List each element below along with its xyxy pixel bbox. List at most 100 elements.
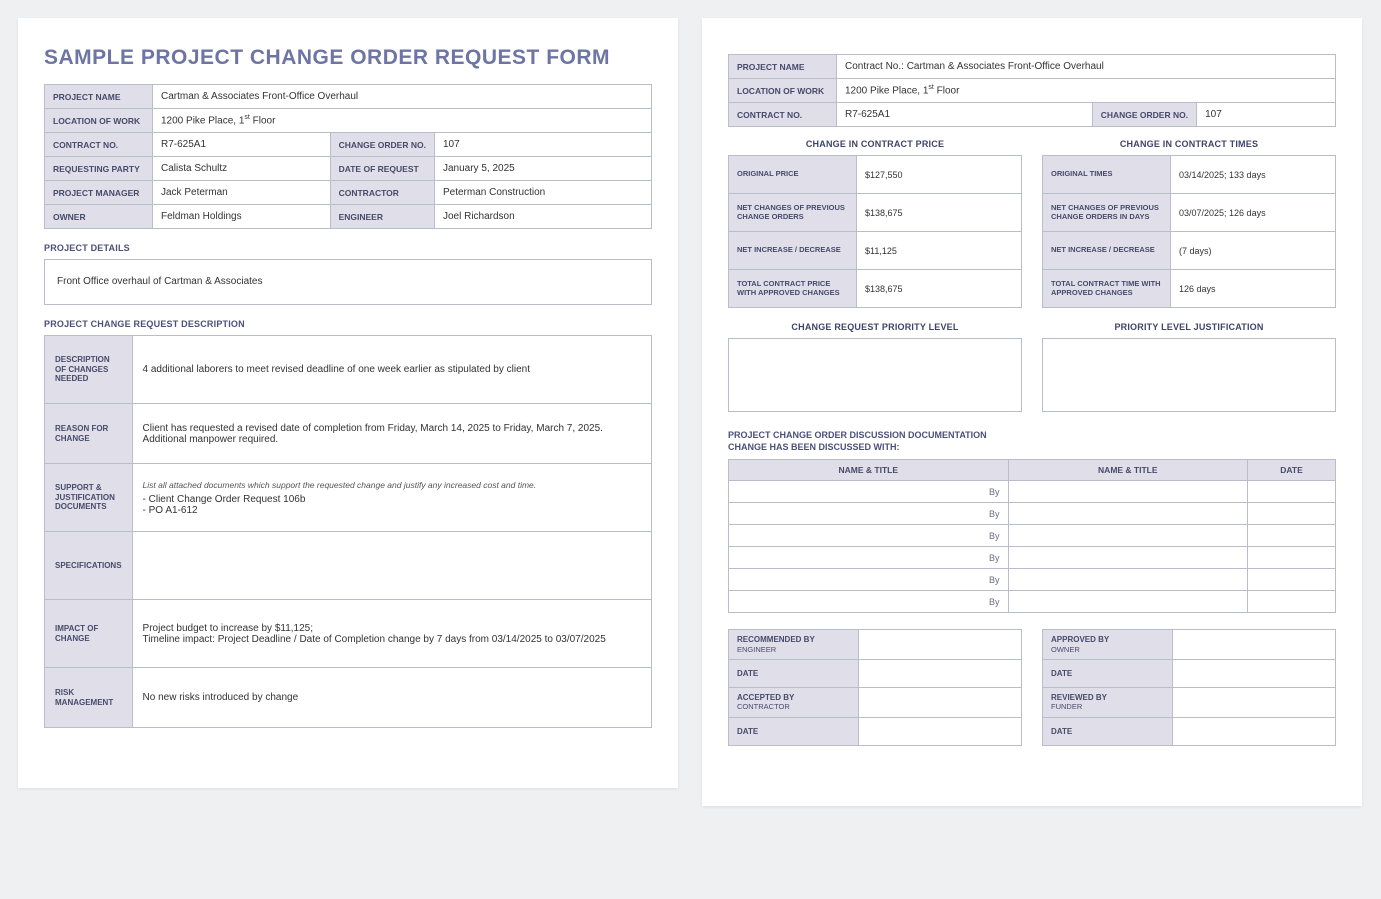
val-total-times[interactable]: 126 days — [1171, 270, 1336, 308]
val-contractor[interactable]: Peterman Construction — [434, 181, 651, 205]
discuss-col-name1: NAME & TITLE — [729, 460, 1009, 481]
lbl-contract-no: CONTRACT NO. — [45, 133, 153, 157]
val-approved[interactable] — [1173, 630, 1336, 660]
lbl-rev-date: DATE — [1043, 718, 1173, 746]
header-table-2: PROJECT NAME Contract No.: Cartman & Ass… — [728, 54, 1336, 127]
discuss-table: NAME & TITLE NAME & TITLE DATE By By By … — [728, 459, 1336, 613]
page-1: SAMPLE PROJECT CHANGE ORDER REQUEST FORM… — [18, 18, 678, 788]
lbl-app-date: DATE — [1043, 660, 1173, 688]
val-owner[interactable]: Feldman Holdings — [153, 205, 331, 229]
lbl-owner: OWNER — [45, 205, 153, 229]
lbl-location-2: LOCATION OF WORK — [729, 79, 837, 103]
lbl-impact: IMPACT OF CHANGE — [45, 600, 133, 668]
discuss-col-name2: NAME & TITLE — [1008, 460, 1248, 481]
val-contract-no-2[interactable]: R7-625A1 — [837, 103, 1093, 127]
val-change-order-no[interactable]: 107 — [434, 133, 651, 157]
lbl-date-of-request: DATE OF REQUEST — [330, 157, 434, 181]
val-date-of-request[interactable]: January 5, 2025 — [434, 157, 651, 181]
project-details-box[interactable]: Front Office overhaul of Cartman & Assoc… — [44, 259, 652, 305]
sign-left: RECOMMENDED BYENGINEER DATE ACCEPTED BYC… — [728, 629, 1022, 746]
lbl-change-order-no-2: CHANGE ORDER NO. — [1092, 103, 1196, 127]
lbl-contract-no-2: CONTRACT NO. — [729, 103, 837, 127]
val-project-manager[interactable]: Jack Peterman — [153, 181, 331, 205]
lbl-project-manager: PROJECT MANAGER — [45, 181, 153, 205]
priority-level-box[interactable] — [728, 338, 1022, 412]
val-descr[interactable]: 4 additional laborers to meet revised de… — [132, 336, 651, 404]
val-requesting-party[interactable]: Calista Schultz — [153, 157, 331, 181]
change-desc-heading: PROJECT CHANGE REQUEST DESCRIPTION — [44, 319, 652, 329]
lbl-descr: DESCRIPTION OF CHANGES NEEDED — [45, 336, 133, 404]
val-project-name-2[interactable]: Contract No.: Cartman & Associates Front… — [837, 55, 1336, 79]
header-table: PROJECT NAME Cartman & Associates Front-… — [44, 84, 652, 229]
price-heading: CHANGE IN CONTRACT PRICE — [728, 139, 1022, 149]
val-risk[interactable]: No new risks introduced by change — [132, 668, 651, 728]
priority-just-heading: PRIORITY LEVEL JUSTIFICATION — [1042, 322, 1336, 332]
val-rec-date[interactable] — [859, 660, 1022, 688]
val-netincdec-price[interactable]: $11,125 — [857, 232, 1022, 270]
lbl-engineer: ENGINEER — [330, 205, 434, 229]
table-row: By — [729, 503, 1336, 525]
val-engineer[interactable]: Joel Richardson — [434, 205, 651, 229]
signatures: RECOMMENDED BYENGINEER DATE ACCEPTED BYC… — [728, 629, 1336, 746]
price-table: ORIGINAL PRICE$127,550 NET CHANGES OF PR… — [728, 155, 1022, 308]
lbl-rec-date: DATE — [729, 660, 859, 688]
lbl-reviewed: REVIEWED BYFUNDER — [1043, 688, 1173, 718]
table-row: By — [729, 481, 1336, 503]
val-recommended[interactable] — [859, 630, 1022, 660]
val-netprev-times[interactable]: 03/07/2025; 126 days — [1171, 194, 1336, 232]
val-spec[interactable] — [132, 532, 651, 600]
val-support[interactable]: List all attached documents which suppor… — [132, 464, 651, 532]
times-table: ORIGINAL TIMES03/14/2025; 133 days NET C… — [1042, 155, 1336, 308]
val-netincdec-times[interactable]: (7 days) — [1171, 232, 1336, 270]
lbl-total-price: TOTAL CONTRACT PRICE WITH APPROVED CHANG… — [729, 270, 857, 308]
lbl-orig-price: ORIGINAL PRICE — [729, 156, 857, 194]
lbl-change-order-no: CHANGE ORDER NO. — [330, 133, 434, 157]
lbl-netincdec-price: NET INCREASE / DECREASE — [729, 232, 857, 270]
val-orig-price[interactable]: $127,550 — [857, 156, 1022, 194]
lbl-project-name-2: PROJECT NAME — [729, 55, 837, 79]
val-accepted[interactable] — [859, 688, 1022, 718]
discuss-heading: PROJECT CHANGE ORDER DISCUSSION DOCUMENT… — [728, 430, 1336, 453]
priority-level-heading: CHANGE REQUEST PRIORITY LEVEL — [728, 322, 1022, 332]
val-reviewed[interactable] — [1173, 688, 1336, 718]
val-acc-date[interactable] — [859, 718, 1022, 746]
val-project-name[interactable]: Cartman & Associates Front-Office Overha… — [153, 85, 652, 109]
lbl-netincdec-times: NET INCREASE / DECREASE — [1043, 232, 1171, 270]
lbl-approved: APPROVED BYOWNER — [1043, 630, 1173, 660]
lbl-netprev-times: NET CHANGES OF PREVIOUS CHANGE ORDERS IN… — [1043, 194, 1171, 232]
val-total-price[interactable]: $138,675 — [857, 270, 1022, 308]
val-netprev-price[interactable]: $138,675 — [857, 194, 1022, 232]
lbl-reason: REASON FOR CHANGE — [45, 404, 133, 464]
val-reason[interactable]: Client has requested a revised date of c… — [132, 404, 651, 464]
lbl-requesting-party: REQUESTING PARTY — [45, 157, 153, 181]
discuss-col-date: DATE — [1248, 460, 1336, 481]
table-row: By — [729, 547, 1336, 569]
table-row: By — [729, 569, 1336, 591]
lbl-netprev-price: NET CHANGES OF PREVIOUS CHANGE ORDERS — [729, 194, 857, 232]
lbl-total-times: TOTAL CONTRACT TIME WITH APPROVED CHANGE… — [1043, 270, 1171, 308]
change-desc-table: DESCRIPTION OF CHANGES NEEDED 4 addition… — [44, 335, 652, 728]
page-2: PROJECT NAME Contract No.: Cartman & Ass… — [702, 18, 1362, 806]
table-row: By — [729, 525, 1336, 547]
lbl-acc-date: DATE — [729, 718, 859, 746]
lbl-spec: SPECIFICATIONS — [45, 532, 133, 600]
lbl-risk: RISK MANAGEMENT — [45, 668, 133, 728]
val-rev-date[interactable] — [1173, 718, 1336, 746]
lbl-support: SUPPORT & JUSTIFICATION DOCUMENTS — [45, 464, 133, 532]
lbl-project-name: PROJECT NAME — [45, 85, 153, 109]
val-contract-no[interactable]: R7-625A1 — [153, 133, 331, 157]
lbl-location: LOCATION OF WORK — [45, 109, 153, 133]
val-location[interactable]: 1200 Pike Place, 1st Floor — [153, 109, 652, 133]
times-heading: CHANGE IN CONTRACT TIMES — [1042, 139, 1336, 149]
val-location-2[interactable]: 1200 Pike Place, 1st Floor — [837, 79, 1336, 103]
price-col: CHANGE IN CONTRACT PRICE ORIGINAL PRICE$… — [728, 139, 1022, 308]
priority-level-col: CHANGE REQUEST PRIORITY LEVEL — [728, 322, 1022, 412]
priority-just-col: PRIORITY LEVEL JUSTIFICATION — [1042, 322, 1336, 412]
val-app-date[interactable] — [1173, 660, 1336, 688]
val-orig-times[interactable]: 03/14/2025; 133 days — [1171, 156, 1336, 194]
priority-just-box[interactable] — [1042, 338, 1336, 412]
form-title: SAMPLE PROJECT CHANGE ORDER REQUEST FORM — [44, 46, 652, 70]
lbl-orig-times: ORIGINAL TIMES — [1043, 156, 1171, 194]
val-change-order-no-2[interactable]: 107 — [1197, 103, 1336, 127]
val-impact[interactable]: Project budget to increase by $11,125; T… — [132, 600, 651, 668]
